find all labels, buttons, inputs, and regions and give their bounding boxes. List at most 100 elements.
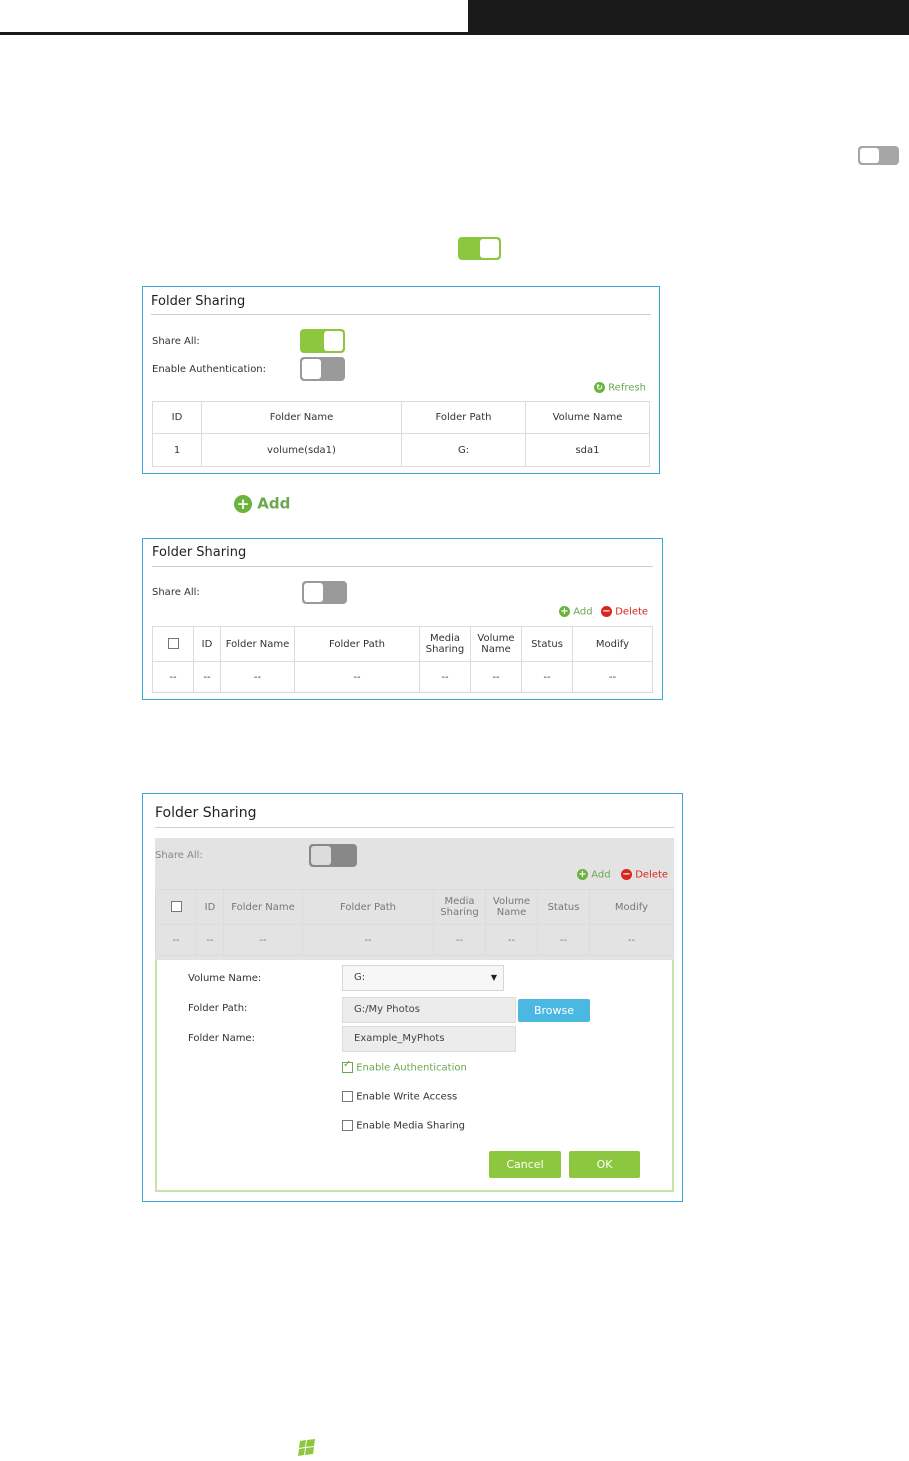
select-all-checkbox[interactable] <box>170 901 182 913</box>
cancel-button[interactable]: Cancel <box>489 1151 561 1178</box>
col-volume-name: Volume Name <box>470 626 522 662</box>
minus-circle-icon: − <box>621 869 632 880</box>
checkbox-checked-icon: ✓ <box>342 1059 353 1073</box>
enable-authentication-label: Enable Authentication: <box>152 364 267 375</box>
cell-empty: -- <box>485 924 538 956</box>
refresh-button[interactable]: ↻ Refresh <box>594 382 646 394</box>
folder-table: ID Folder Name Folder Path Volume Name 1… <box>152 401 650 467</box>
col-folder-name: Folder Name <box>220 626 295 662</box>
add-label: Add <box>591 869 611 881</box>
plus-circle-icon: + <box>559 606 570 617</box>
volume-name-label: Volume Name: <box>188 973 262 984</box>
refresh-icon: ↻ <box>594 382 605 393</box>
cell-empty: -- <box>220 661 295 693</box>
folder-sharing-panel-3: Folder Sharing Share All: + Add − Delete… <box>142 793 683 1202</box>
delete-button[interactable]: − Delete <box>601 606 648 618</box>
col-select-all <box>155 889 197 925</box>
enable-authentication-toggle[interactable] <box>300 357 345 381</box>
cell-empty: -- <box>433 924 486 956</box>
folder-table: ID Folder Name Folder Path Media Sharing… <box>152 626 653 693</box>
col-folder-name: Folder Name <box>201 401 402 434</box>
col-modify: Modify <box>589 889 674 925</box>
enable-authentication-checkbox[interactable]: ✓ Enable Authentication <box>342 1059 467 1074</box>
inline-toggle-off-icon <box>858 146 899 165</box>
table-row: -- -- -- -- -- -- -- -- <box>152 661 653 693</box>
col-select-all <box>152 626 194 662</box>
folder-name-input[interactable]: Example_MyPhots <box>342 1026 516 1052</box>
col-volume-name: Volume Name <box>485 889 538 925</box>
enable-authentication-label: Enable Authentication <box>356 1062 467 1074</box>
windows-logo-icon <box>297 1439 317 1457</box>
folder-path-label: Folder Path: <box>188 1003 248 1014</box>
cell-empty: -- <box>589 924 674 956</box>
cell-empty: -- <box>152 661 194 693</box>
cell-id: 1 <box>152 433 202 467</box>
col-status: Status <box>537 889 590 925</box>
delete-label: Delete <box>615 606 649 618</box>
folder-path-input[interactable]: G:/My Photos <box>342 997 516 1023</box>
table-row[interactable]: 1 volume(sda1) G: sda1 <box>152 433 650 467</box>
folder-table: ID Folder Name Folder Path Media Sharing… <box>155 889 674 956</box>
add-label: Add <box>573 606 593 618</box>
col-id: ID <box>152 401 202 434</box>
folder-sharing-panel-1: Folder Sharing Share All: Enable Authent… <box>142 286 660 474</box>
folder-name-label: Folder Name: <box>188 1033 255 1044</box>
share-all-toggle[interactable] <box>302 581 347 604</box>
table-header-row: ID Folder Name Folder Path Media Sharing… <box>155 889 674 925</box>
select-all-checkbox[interactable] <box>167 638 179 650</box>
checkbox-icon <box>342 1120 353 1131</box>
plus-circle-icon: + <box>577 869 588 880</box>
cell-folder-path: G: <box>401 433 526 467</box>
add-button[interactable]: + Add <box>577 869 611 881</box>
inline-add-illustration: + Add <box>234 494 290 513</box>
col-folder-path: Folder Path <box>302 889 434 925</box>
cell-empty: -- <box>572 661 653 693</box>
col-folder-path: Folder Path <box>294 626 420 662</box>
cell-empty: -- <box>302 924 434 956</box>
col-status: Status <box>521 626 573 662</box>
col-id: ID <box>193 626 221 662</box>
share-all-toggle[interactable] <box>300 329 345 353</box>
table-header-row: ID Folder Name Folder Path Volume Name <box>152 401 650 434</box>
cell-empty: -- <box>155 924 197 956</box>
col-id: ID <box>196 889 224 925</box>
cell-empty: -- <box>294 661 420 693</box>
header-dark-block <box>468 0 909 32</box>
title-divider <box>155 827 674 828</box>
ok-button[interactable]: OK <box>569 1151 640 1178</box>
col-media-sharing: Media Sharing <box>433 889 486 925</box>
col-modify: Modify <box>572 626 653 662</box>
cell-empty: -- <box>521 661 573 693</box>
cell-empty: -- <box>537 924 590 956</box>
enable-write-access-checkbox[interactable]: Enable Write Access <box>342 1091 457 1103</box>
delete-button[interactable]: − Delete <box>621 869 668 881</box>
minus-circle-icon: − <box>601 606 612 617</box>
volume-name-select[interactable]: G: ▼ <box>342 965 504 991</box>
folder-sharing-panel-2: Folder Sharing Share All: + Add − Delete… <box>142 538 663 700</box>
panel-title: Folder Sharing <box>155 805 257 821</box>
table-header-row: ID Folder Name Folder Path Media Sharing… <box>152 626 653 662</box>
title-divider <box>151 314 651 315</box>
enable-media-sharing-checkbox[interactable]: Enable Media Sharing <box>342 1120 465 1132</box>
add-button[interactable]: + Add <box>559 606 593 618</box>
share-all-label: Share All: <box>152 336 200 347</box>
inline-add-label: Add <box>257 494 291 513</box>
panel-title: Folder Sharing <box>152 545 247 560</box>
col-media-sharing: Media Sharing <box>419 626 471 662</box>
delete-label: Delete <box>635 869 669 881</box>
browse-button[interactable]: Browse <box>518 999 590 1022</box>
plus-circle-icon: + <box>234 494 252 513</box>
enable-media-sharing-label: Enable Media Sharing <box>356 1120 466 1132</box>
col-folder-name: Folder Name <box>223 889 303 925</box>
inline-toggle-on-icon <box>458 237 501 260</box>
enable-write-access-label: Enable Write Access <box>356 1091 458 1103</box>
refresh-label: Refresh <box>608 382 646 394</box>
cell-empty: -- <box>196 924 224 956</box>
col-volume-name: Volume Name <box>525 401 650 434</box>
page-header-bar <box>0 0 909 36</box>
cell-volume-name: sda1 <box>525 433 650 467</box>
cell-empty: -- <box>470 661 522 693</box>
share-all-toggle[interactable] <box>309 844 357 867</box>
share-all-label: Share All: <box>155 850 203 861</box>
col-folder-path: Folder Path <box>401 401 526 434</box>
